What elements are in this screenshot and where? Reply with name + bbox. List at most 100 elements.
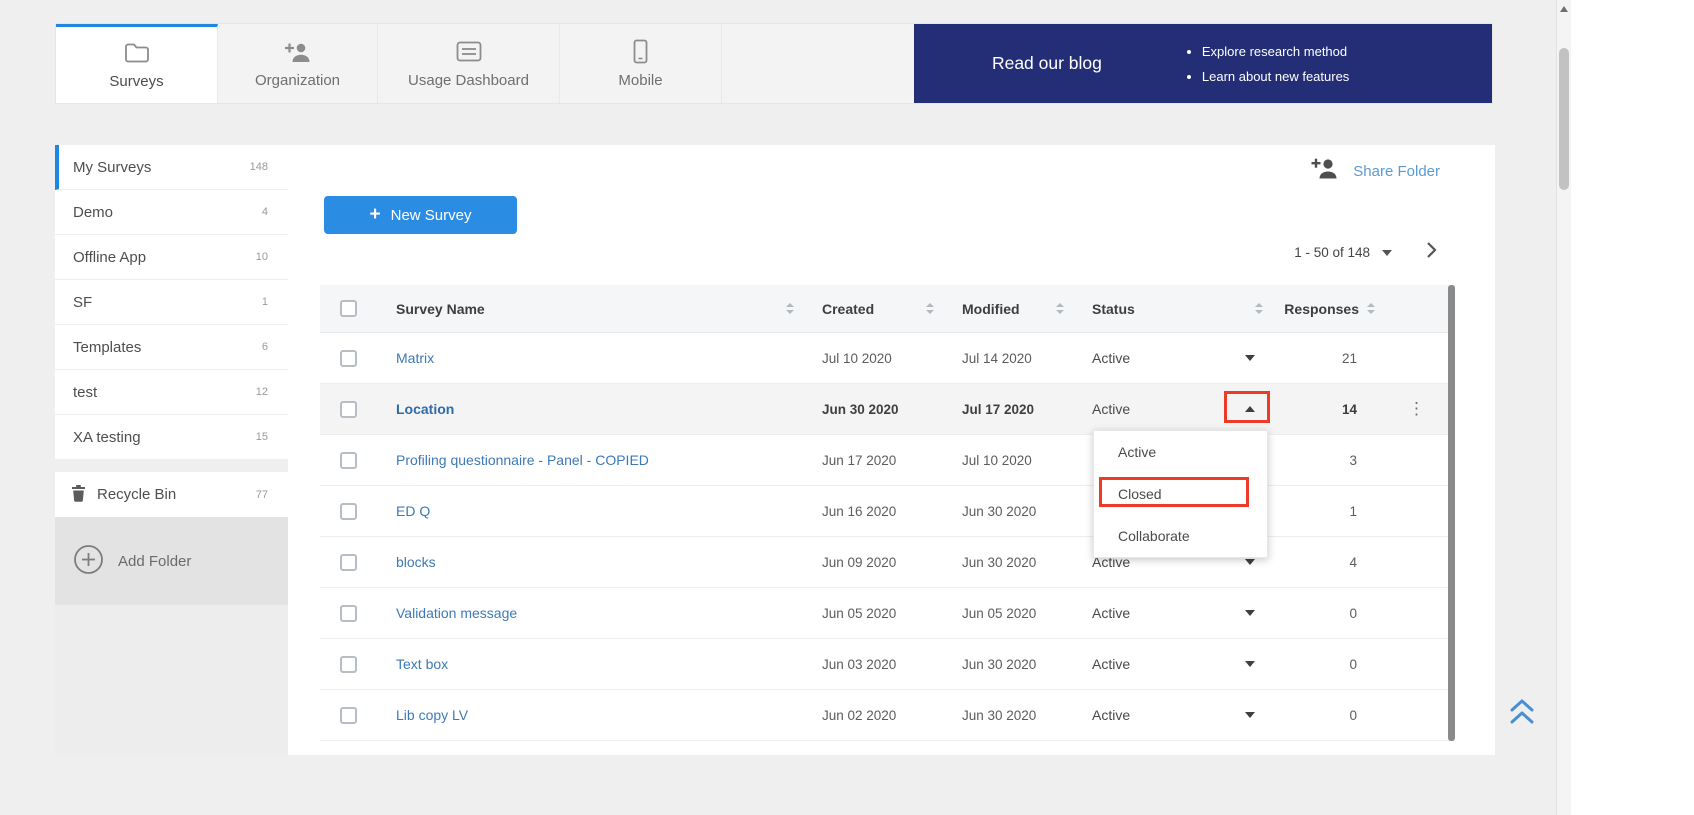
folder-label: Offline App: [73, 249, 146, 266]
folder-label: SF: [73, 294, 92, 311]
table-row: blocks Jun 09 2020 Jun 30 2020 Active 4 …: [320, 537, 1455, 588]
created-cell: Jun 03 2020: [802, 657, 942, 672]
status-cell: Active: [1072, 350, 1277, 366]
responses-cell: 0: [1277, 657, 1385, 672]
row-checkbox[interactable]: [340, 452, 357, 469]
sidebar-folder-item[interactable]: Templates 6: [55, 325, 288, 370]
status-dropdown-caret[interactable]: [1245, 610, 1255, 616]
folder-count: 15: [256, 431, 268, 443]
sort-icon[interactable]: [926, 303, 934, 314]
sort-icon[interactable]: [1255, 303, 1263, 314]
surveys-table: Survey Name Created Modified Status Resp…: [320, 285, 1455, 741]
sidebar-folder-item[interactable]: Offline App 10: [55, 235, 288, 280]
survey-name-link[interactable]: Lib copy LV: [396, 707, 468, 723]
header-label: Modified: [962, 301, 1020, 317]
tab-usage-dashboard[interactable]: Usage Dashboard: [378, 24, 560, 103]
survey-name-link[interactable]: Text box: [396, 656, 448, 672]
tab-mobile[interactable]: Mobile: [560, 24, 722, 103]
checkbox-cell: [320, 452, 376, 469]
sidebar-folder-item[interactable]: SF 1: [55, 280, 288, 325]
survey-name-link[interactable]: blocks: [396, 554, 436, 570]
row-checkbox[interactable]: [340, 503, 357, 520]
folder-label: Demo: [73, 204, 113, 221]
tab-label: Organization: [255, 72, 340, 89]
header-responses[interactable]: Responses: [1277, 301, 1385, 317]
tab-surveys[interactable]: Surveys: [56, 24, 218, 103]
survey-name-link[interactable]: Location: [396, 401, 454, 417]
table-row: Text box Jun 03 2020 Jun 30 2020 Active …: [320, 639, 1455, 690]
blog-banner[interactable]: Read our blog Explore research methodLea…: [914, 24, 1492, 103]
menu-cell: ⋮: [1385, 552, 1448, 572]
banner-bullet: Learn about new features: [1202, 64, 1349, 89]
responses-cell: 14: [1277, 402, 1385, 417]
menu-cell: ⋮: [1385, 399, 1448, 419]
new-survey-label: New Survey: [391, 207, 472, 224]
row-checkbox[interactable]: [340, 605, 357, 622]
sidebar-folder-item[interactable]: test 12: [55, 370, 288, 415]
table-row: Lib copy LV Jun 02 2020 Jun 30 2020 Acti…: [320, 690, 1455, 741]
row-checkbox[interactable]: [340, 656, 357, 673]
menu-cell: ⋮: [1385, 654, 1448, 674]
share-folder-button[interactable]: Share Folder: [1311, 158, 1440, 184]
recycle-bin-count: 77: [256, 489, 268, 501]
folder-count: 10: [256, 251, 268, 263]
survey-name-link[interactable]: Validation message: [396, 605, 517, 621]
header-created[interactable]: Created: [802, 301, 942, 317]
status-dropdown-caret[interactable]: [1245, 355, 1255, 361]
row-checkbox[interactable]: [340, 554, 357, 571]
name-cell: blocks: [376, 554, 802, 570]
row-menu-kebab-icon[interactable]: ⋮: [1408, 399, 1425, 419]
pagination-dropdown-caret[interactable]: [1382, 250, 1392, 256]
share-folder-label: Share Folder: [1353, 163, 1440, 180]
next-page-chevron-icon[interactable]: [1426, 241, 1437, 264]
window-scrollbar-thumb[interactable]: [1559, 48, 1569, 190]
window-scrollbar: [1556, 0, 1571, 815]
sort-icon[interactable]: [1056, 303, 1064, 314]
status-option[interactable]: Collaborate: [1094, 515, 1267, 557]
header-modified[interactable]: Modified: [942, 301, 1072, 317]
modified-cell: Jun 30 2020: [942, 504, 1072, 519]
sidebar-folder-item[interactable]: XA testing 15: [55, 415, 288, 460]
status-option[interactable]: Active: [1094, 431, 1267, 473]
sidebar-folder-item[interactable]: My Surveys 148: [55, 145, 288, 190]
scroll-to-top-button[interactable]: [1508, 697, 1536, 732]
app-window: Surveys Organization Usage Dashboard Mob…: [0, 0, 1694, 815]
survey-name-link[interactable]: ED Q: [396, 503, 430, 519]
status-dropdown-caret[interactable]: [1245, 712, 1255, 718]
mobile-icon: [633, 39, 648, 65]
responses-cell: 0: [1277, 606, 1385, 621]
row-checkbox[interactable]: [340, 350, 357, 367]
dashboard-icon: [456, 39, 482, 65]
header-survey-name[interactable]: Survey Name: [376, 301, 802, 317]
modified-cell: Jul 10 2020: [942, 453, 1072, 468]
tab-label: Usage Dashboard: [408, 72, 529, 89]
row-checkbox[interactable]: [340, 401, 357, 418]
tab-label: Surveys: [109, 73, 163, 90]
scrollbar-up-arrow-icon[interactable]: [1560, 6, 1568, 12]
top-navigation-bar: Surveys Organization Usage Dashboard Mob…: [55, 23, 1493, 104]
survey-name-link[interactable]: Matrix: [396, 350, 434, 366]
sidebar-folder-item[interactable]: Demo 4: [55, 190, 288, 235]
header-status[interactable]: Status: [1072, 301, 1277, 317]
add-folder-button[interactable]: Add Folder: [55, 517, 288, 605]
sort-icon[interactable]: [786, 303, 794, 314]
pagination-range-label: 1 - 50 of 148: [1294, 245, 1370, 260]
created-cell: Jun 17 2020: [802, 453, 942, 468]
row-checkbox[interactable]: [340, 707, 357, 724]
modified-cell: Jul 17 2020: [942, 402, 1072, 417]
status-dropdown-caret[interactable]: [1245, 661, 1255, 667]
tab-organization[interactable]: Organization: [218, 24, 378, 103]
sort-icon[interactable]: [1367, 303, 1375, 314]
status-cell: Active: [1072, 656, 1277, 672]
created-cell: Jun 16 2020: [802, 504, 942, 519]
recycle-bin-item[interactable]: Recycle Bin 77: [55, 472, 288, 517]
new-survey-button[interactable]: + New Survey: [324, 196, 517, 234]
folder-label: XA testing: [73, 429, 141, 446]
responses-cell: 21: [1277, 351, 1385, 366]
survey-name-link[interactable]: Profiling questionnaire - Panel - COPIED: [396, 452, 649, 468]
table-scrollbar[interactable]: [1448, 285, 1455, 741]
status-dropdown-caret[interactable]: [1245, 559, 1255, 565]
table-row: ED Q Jun 16 2020 Jun 30 2020 1 ⋮: [320, 486, 1455, 537]
table-row: Validation message Jun 05 2020 Jun 05 20…: [320, 588, 1455, 639]
select-all-checkbox[interactable]: [340, 300, 357, 317]
